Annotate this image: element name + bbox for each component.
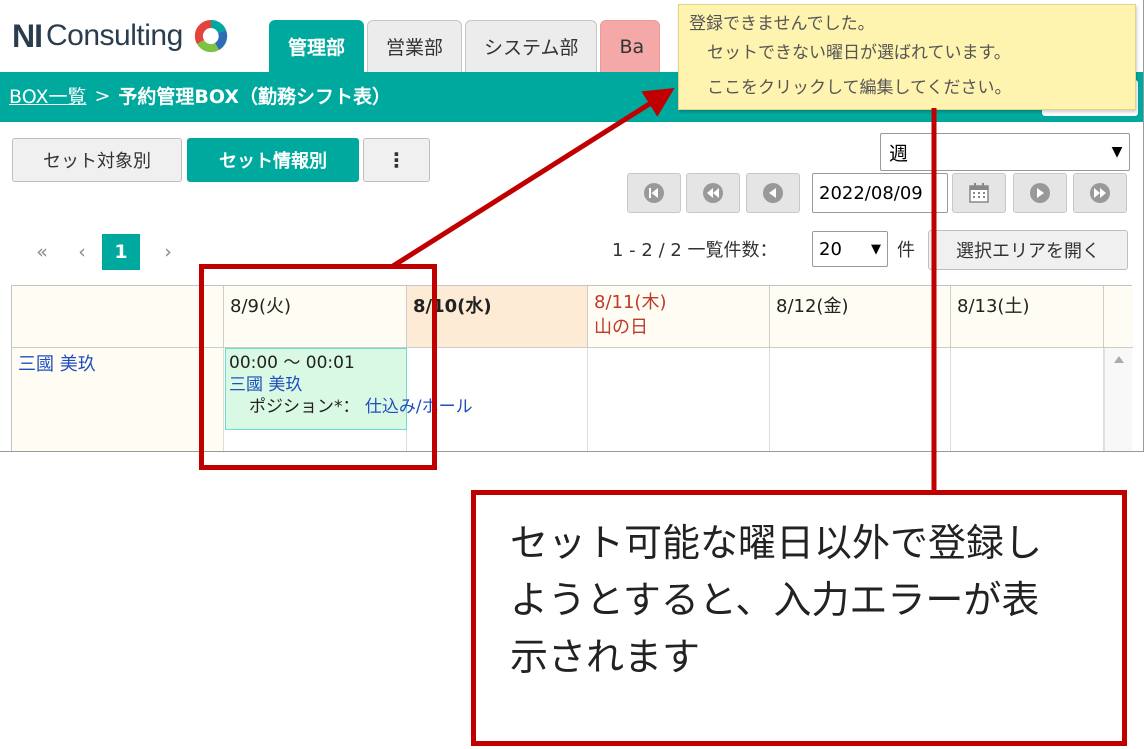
- page-root: NI Consulting 管理部 営業部 システム部 Ba BOX一覧 > 予…: [0, 0, 1144, 749]
- arrow-to-tooltip: [391, 87, 675, 269]
- callout-line-1: セット可能な曜日以外で登録し: [510, 521, 1043, 565]
- callout-line-3: 示されます: [510, 635, 701, 679]
- callout-line-2: ようとすると、入力エラーが表: [510, 578, 1040, 622]
- explanation-callout: セット可能な曜日以外で登録し ようとすると、入力エラーが表 示されます: [471, 490, 1127, 746]
